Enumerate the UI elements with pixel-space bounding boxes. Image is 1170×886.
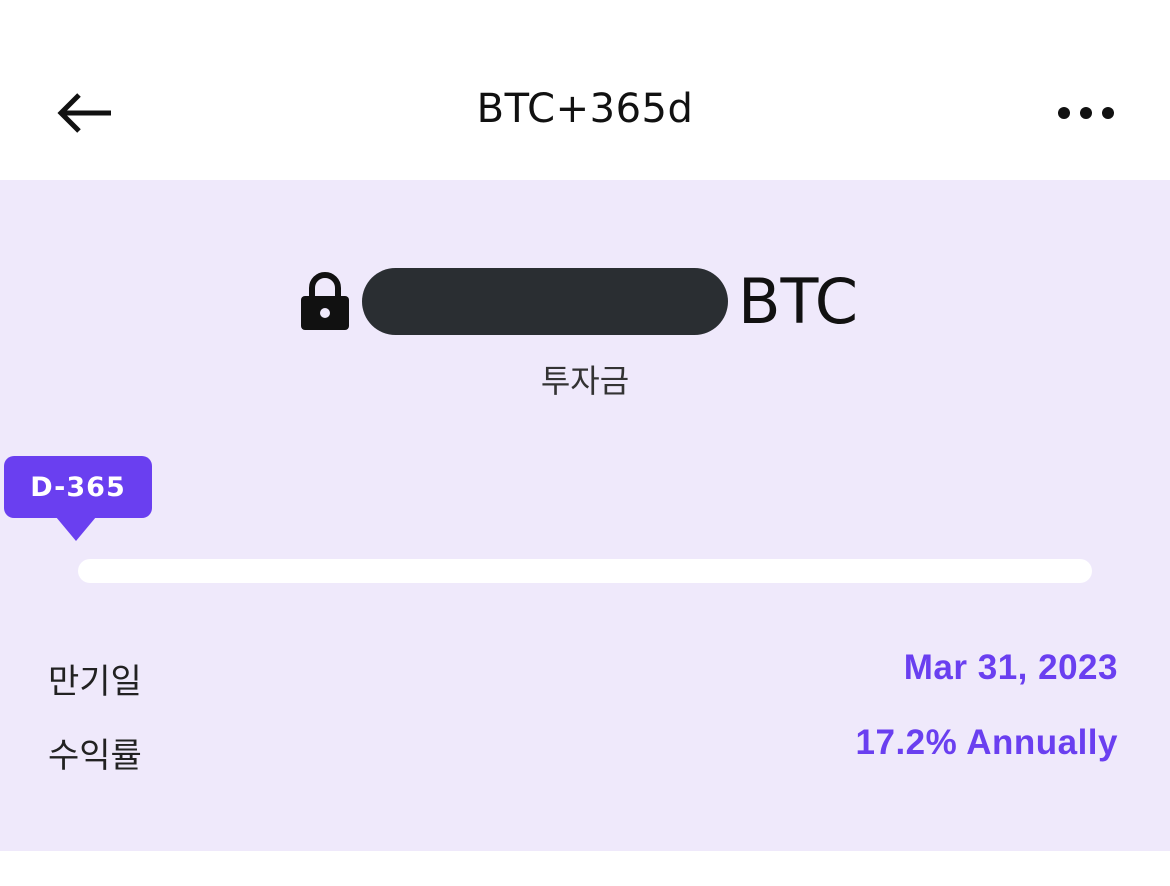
redacted-amount: [362, 268, 728, 335]
more-horizontal-icon: [1058, 107, 1114, 119]
product-detail-screen: BTC+365d BTC 투자금 D-365 만기일 Mar 31, 2023 …: [0, 0, 1170, 886]
arrow-left-icon: [57, 93, 111, 133]
lock-icon: [301, 272, 349, 330]
yield-rate-label: 수익률: [48, 736, 142, 776]
page-title: BTC+365d: [476, 86, 694, 132]
yield-rate-value: 17.2% Annually: [855, 723, 1118, 762]
more-options-button[interactable]: [1046, 88, 1126, 138]
bottom-area: [0, 851, 1170, 886]
top-app-bar: BTC+365d: [0, 0, 1170, 180]
investment-card: BTC 투자금 D-365 만기일 Mar 31, 2023 수익률 17.2%…: [0, 180, 1170, 851]
back-button[interactable]: [50, 82, 120, 144]
days-remaining-badge: D-365: [4, 456, 152, 518]
amount-label: 투자금: [540, 362, 630, 400]
maturity-date-label: 만기일: [48, 662, 142, 702]
maturity-date-value: Mar 31, 2023: [903, 648, 1118, 687]
currency-unit: BTC: [738, 265, 859, 338]
term-progress-bar: [78, 559, 1092, 583]
investment-amount-row: BTC: [0, 265, 1170, 338]
badge-pointer: [56, 517, 96, 541]
